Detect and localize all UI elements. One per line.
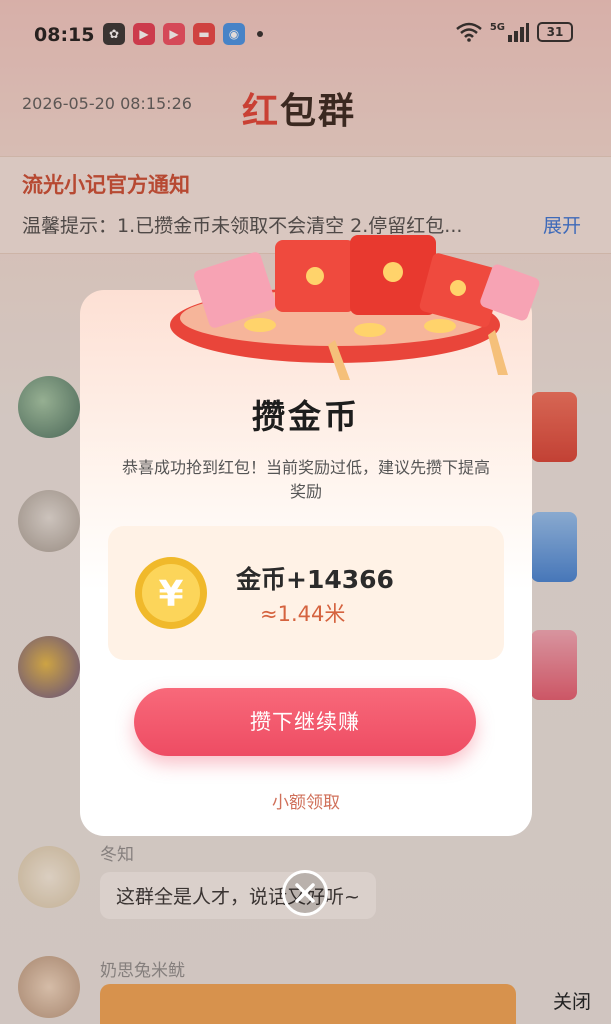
modal-title: 攒金币 <box>252 397 360 436</box>
yuan-coin-icon: ¥ <box>135 557 207 629</box>
close-icon[interactable] <box>282 870 328 916</box>
coins-approx-value: ≈1.44米 <box>260 602 346 626</box>
claim-small-amount-link[interactable]: 小额领取 <box>80 788 532 813</box>
svg-text:¥: ¥ <box>158 574 183 615</box>
modal-description: 恭喜成功抢到红包！当前奖励过低，建议先攒下提高奖励 <box>121 458 490 501</box>
save-and-continue-button[interactable]: 攒下继续赚 <box>134 688 476 756</box>
close-text-button[interactable]: 关闭 <box>553 987 591 1014</box>
coins-amount: 金币+14366 <box>236 565 394 594</box>
coin-reward-modal: 攒金币 恭喜成功抢到红包！当前奖励过低，建议先攒下提高奖励 ¥ 金币+14366… <box>80 235 540 836</box>
close-circle-icon <box>295 883 315 903</box>
reward-card: ¥ 金币+14366 ≈1.44米 <box>108 526 504 660</box>
